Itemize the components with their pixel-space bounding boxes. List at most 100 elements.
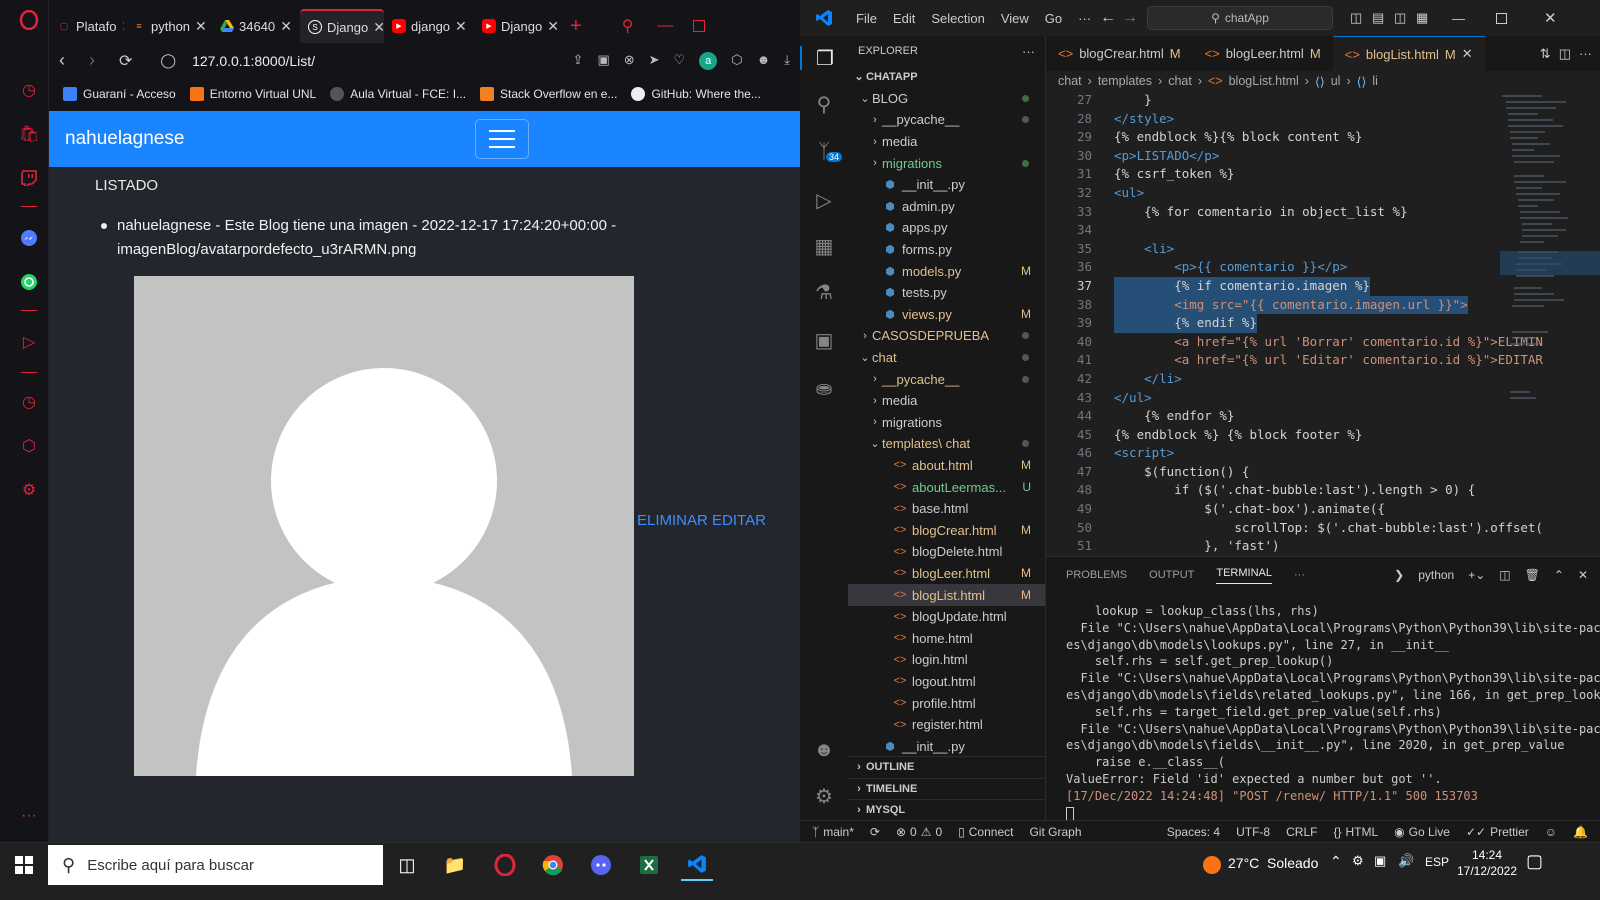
feedback-icon[interactable]: ☺ — [1537, 825, 1565, 839]
toggle-sidebar-icon[interactable]: ◫ — [1350, 10, 1362, 26]
vscode-taskbar-icon[interactable] — [681, 849, 713, 881]
weather-text[interactable]: Soleado — [1267, 855, 1318, 871]
accounts-icon[interactable]: ☻ — [812, 738, 836, 762]
breadcrumb-item[interactable]: li — [1372, 74, 1378, 88]
editor-tab-active[interactable]: <> blogList.html M ✕ — [1332, 36, 1485, 71]
minimize-icon[interactable]: — — [1452, 11, 1465, 26]
tree-item[interactable]: <> register.html — [848, 714, 1045, 736]
tree-item[interactable]: ⬢ views.py M — [848, 304, 1045, 326]
tree-item[interactable]: <> blogDelete.html — [848, 541, 1045, 563]
more-icon[interactable]: ··· — [17, 804, 41, 828]
tree-item[interactable]: ⬢ models.py M — [848, 260, 1045, 282]
breadcrumb-item[interactable]: ul — [1331, 74, 1341, 88]
heart-icon[interactable]: ♡ — [674, 52, 686, 70]
volume-icon[interactable]: 🔊 — [1398, 853, 1414, 869]
browser-tab[interactable]: 34640 ✕ — [212, 9, 300, 43]
back-icon[interactable]: ‹ — [59, 50, 65, 71]
connect-status[interactable]: ▯ Connect — [950, 825, 1021, 839]
prettier-status[interactable]: ✓✓ Prettier — [1458, 825, 1537, 839]
tree-item[interactable]: <> home.html — [848, 627, 1045, 649]
breadcrumb-item[interactable]: chat — [1058, 74, 1082, 88]
close-tab-icon[interactable]: ✕ — [373, 19, 384, 36]
tree-item[interactable]: <> aboutLeermas... U — [848, 476, 1045, 498]
bookmark-item[interactable]: Aula Virtual - FCE: I... — [330, 86, 466, 101]
clock[interactable]: 14:24 17/12/2022 — [1455, 847, 1519, 879]
tree-item[interactable]: › migrations — [848, 412, 1045, 434]
more-actions-icon[interactable]: ··· — [1022, 44, 1035, 59]
extension-icon[interactable]: a — [699, 51, 718, 70]
editor-tab[interactable]: <> blogCrear.html M — [1046, 36, 1193, 71]
tree-item[interactable]: ⬢ __init__.py — [848, 174, 1045, 196]
tab-more[interactable]: ··· — [1294, 569, 1305, 581]
problems-status[interactable]: ⊗ 0 ⚠ 0 — [888, 825, 950, 839]
more-actions-icon[interactable]: ··· — [1579, 46, 1600, 61]
database-icon[interactable]: ⛂ — [812, 376, 836, 400]
breadcrumb-item[interactable]: chat — [1168, 74, 1192, 88]
breadcrumb-item[interactable]: blogList.html — [1229, 74, 1299, 88]
tree-item[interactable]: › CASOSDEPRUEBA — [848, 325, 1045, 347]
toggle-secondary-sidebar-icon[interactable]: ◫ — [1394, 10, 1406, 26]
camera-icon[interactable]: ▣ — [597, 52, 609, 70]
speed-dial-icon[interactable]: ◷ — [17, 78, 41, 102]
tree-item[interactable]: ⬢ apps.py — [848, 217, 1045, 239]
bookmark-item[interactable]: Entorno Virtual UNL — [189, 86, 316, 101]
browser-tab[interactable]: ≡ python ✕ — [124, 9, 212, 43]
weather-sun-icon[interactable] — [1196, 849, 1228, 881]
search-tabs-icon[interactable]: ⚲ — [622, 16, 634, 36]
temperature[interactable]: 27°C — [1228, 855, 1259, 871]
tree-item[interactable]: ⌄ templates\ chat — [848, 433, 1045, 455]
settings-icon[interactable]: ⚙ — [17, 478, 41, 502]
maximize-icon[interactable] — [693, 20, 706, 32]
navbar-toggler-button[interactable] — [475, 119, 529, 159]
browser-tab[interactable]: ▶ Django ✕ — [474, 9, 564, 43]
delete-link[interactable]: ELIMINAR — [637, 512, 708, 529]
customize-layout-icon[interactable]: ▦ — [1416, 10, 1428, 26]
bookmark-item[interactable]: Stack Overflow en e... — [480, 86, 617, 101]
tree-item[interactable]: ⬢ admin.py — [848, 196, 1045, 218]
split-terminal-icon[interactable]: ◫ — [1499, 568, 1510, 582]
tree-item[interactable]: <> blogList.html M — [848, 584, 1045, 606]
tree-item[interactable]: ⬢ forms.py — [848, 239, 1045, 261]
file-explorer-icon[interactable]: 📁 — [439, 849, 471, 881]
edit-link[interactable]: EDITAR — [712, 512, 766, 529]
language-indicator[interactable]: ESP — [1425, 855, 1449, 869]
split-editor-icon[interactable]: ◫ — [1559, 46, 1579, 62]
browser-tab-active[interactable]: S Django ✕ — [300, 9, 384, 43]
testing-icon[interactable]: ⚗ — [812, 280, 836, 304]
share-icon[interactable]: ⇪ — [573, 52, 584, 70]
nav-forward-icon[interactable]: → — [1122, 9, 1138, 27]
adblock-icon[interactable]: ⊗ — [624, 52, 635, 70]
menu-view[interactable]: View — [993, 11, 1037, 26]
minimap[interactable] — [1500, 91, 1600, 556]
site-info-icon[interactable]: ◯ — [160, 52, 176, 69]
bell-icon[interactable]: 🔔 — [1565, 825, 1600, 839]
tree-item[interactable]: <> blogUpdate.html — [848, 606, 1045, 628]
maximize-panel-icon[interactable]: ⌃ — [1554, 568, 1564, 582]
breadcrumb-item[interactable]: templates — [1098, 74, 1152, 88]
command-center-search[interactable]: ⚲ chatApp — [1147, 6, 1333, 30]
tree-item[interactable]: <> blogLeer.html M — [848, 563, 1045, 585]
profile-icon[interactable]: ☻ — [757, 52, 771, 70]
meet-icon[interactable]: ⚙ — [1352, 853, 1364, 869]
history-icon[interactable]: ◷ — [17, 390, 41, 414]
tree-item[interactable]: › migrations — [848, 152, 1045, 174]
golive-status[interactable]: ◉ Go Live — [1386, 825, 1458, 839]
menu-selection[interactable]: Selection — [923, 11, 992, 26]
close-tab-icon[interactable]: ✕ — [1462, 46, 1473, 62]
source-control-icon[interactable]: ᛉ 34 — [812, 140, 843, 164]
tree-item[interactable]: <> base.html — [848, 498, 1045, 520]
windows-start-icon[interactable] — [8, 849, 40, 881]
menu-file[interactable]: File — [848, 11, 885, 26]
discord-icon[interactable] — [585, 849, 617, 881]
browser-tab[interactable]: ▶ django ✕ — [384, 9, 474, 43]
player-icon[interactable]: ▷ — [17, 330, 41, 354]
tree-item[interactable]: <> about.html M — [848, 455, 1045, 477]
send-icon[interactable]: ➤ — [649, 52, 660, 70]
nav-back-icon[interactable]: ← — [1100, 9, 1116, 27]
tree-item[interactable]: ⬢ __init__.py — [848, 735, 1045, 757]
taskbar-search-box[interactable]: ⚲ Escribe aquí para buscar — [48, 845, 383, 885]
compare-changes-icon[interactable]: ⇅ — [1540, 46, 1559, 62]
manage-gear-icon[interactable]: ⚙ — [812, 784, 836, 808]
tree-item[interactable]: <> logout.html — [848, 671, 1045, 693]
tree-item[interactable]: ⬢ tests.py — [848, 282, 1045, 304]
